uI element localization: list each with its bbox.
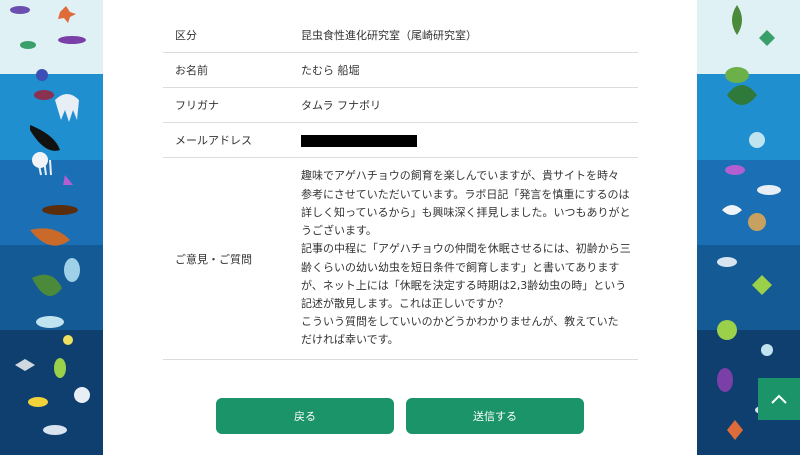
message-line: 記述が散見します。これは正しいですか？ [301,296,509,310]
table-row: お名前 たむら 船堀 [163,53,638,88]
table-row: 区分 昆虫食性進化研究室（尾崎研究室） [163,18,638,53]
confirmation-table: 区分 昆虫食性進化研究室（尾崎研究室） お名前 たむら 船堀 フリガナ タムラ … [163,18,638,360]
field-label: メールアドレス [175,134,252,147]
message-text: 趣味でアゲハチョウの飼育を楽しんでいますが、貴サイトを時々 参考にさせていただい… [301,165,638,351]
field-label: ご意見・ご質問 [175,252,252,266]
chevron-up-icon [771,394,787,404]
field-value: タムラ フナボリ [301,99,381,112]
message-line: 趣味でアゲハチョウの飼育を楽しんでいますが、貴サイトを時々 [301,169,620,183]
table-row: メールアドレス [163,123,638,158]
message-line: 詳しく知っているから」も興味深く拝見しました。いつもありがと [301,205,631,219]
left-decorative-panel [0,0,103,455]
field-value [301,134,638,147]
submit-button[interactable]: 送信する [406,398,584,434]
table-row: ご意見・ご質問 趣味でアゲハチョウの飼育を楽しんでいますが、貴サイトを時々 参考… [163,158,638,360]
message-line: 齢くらいの幼い幼虫を短日条件で飼育します」と書いてあります [301,260,620,274]
message-line: 記事の中程に「アゲハチョウの仲間を休眠させるには、初齢から三 [301,242,631,256]
message-line: が、ネット上には「休眠を決定する時期は2,3齢幼虫の時」という [301,278,627,292]
message-line: 参考にさせていただいています。ラボ日記「発言を慎重にするのは [301,187,630,201]
table-row: フリガナ タムラ フナボリ [163,88,638,123]
message-line: こういう質問をしていいのかどうかわかりませんが、教えていた [301,315,619,329]
field-label: 区分 [175,29,197,42]
redacted-email [301,134,417,147]
back-button[interactable]: 戻る [216,398,394,434]
field-value: 昆虫食性進化研究室（尾崎研究室） [301,29,477,42]
field-value: たむら 船堀 [301,64,360,77]
page-top-button[interactable] [758,378,800,420]
message-line: うございます。 [301,224,377,238]
field-label: フリガナ [175,99,219,112]
marine-creatures-illustration-left [10,6,90,435]
main-content: 区分 昆虫食性進化研究室（尾崎研究室） お名前 たむら 船堀 フリガナ タムラ … [103,0,697,455]
field-label: お名前 [175,64,208,77]
message-line: だければ幸いです。 [301,333,399,347]
